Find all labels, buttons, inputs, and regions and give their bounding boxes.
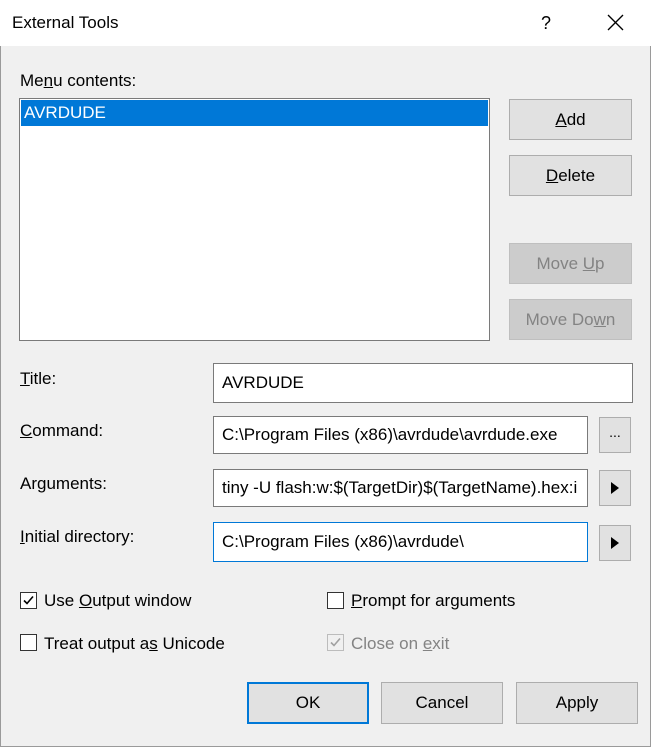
close-icon: [607, 14, 624, 31]
help-button[interactable]: ?: [528, 0, 564, 46]
prompt-for-arguments-checkbox[interactable]: [327, 592, 344, 609]
apply-button[interactable]: Apply: [516, 682, 638, 724]
move-down-button[interactable]: Move Down: [509, 299, 632, 340]
initial-directory-macro-button[interactable]: [599, 525, 631, 561]
command-field-value: C:\Program Files (x86)\avrdude\avrdude.e…: [222, 425, 558, 444]
menu-contents-list[interactable]: AVRDUDE: [19, 98, 490, 341]
list-item[interactable]: AVRDUDE: [21, 100, 488, 126]
command-label: Command:: [20, 421, 104, 440]
prompt-for-arguments-label[interactable]: Prompt for arguments: [351, 591, 515, 611]
window-border-left: [0, 46, 1, 747]
initial-directory-label: Initial directory:: [20, 527, 135, 546]
use-output-window-checkbox[interactable]: [20, 592, 37, 609]
move-up-button[interactable]: Move Up: [509, 243, 632, 284]
arguments-field-value: tiny -U flash:w:$(TargetDir)$(TargetName…: [222, 478, 578, 497]
add-button[interactable]: Add: [509, 99, 632, 140]
help-icon: ?: [540, 13, 551, 33]
arguments-field[interactable]: tiny -U flash:w:$(TargetDir)$(TargetName…: [213, 469, 588, 507]
initial-directory-value: C:\Program Files (x86)\avrdude\: [222, 532, 464, 551]
ok-button[interactable]: OK: [247, 682, 369, 724]
checkmark-icon: [330, 637, 341, 647]
treat-output-unicode-checkbox[interactable]: [20, 634, 37, 651]
arguments-label: Arguments:: [20, 474, 107, 493]
arguments-macro-button[interactable]: [599, 470, 631, 506]
close-on-exit-label[interactable]: Close on exit: [351, 634, 449, 654]
close-on-exit-checkbox[interactable]: [327, 634, 344, 651]
ellipsis-icon: ...: [609, 424, 621, 440]
cancel-button[interactable]: Cancel: [381, 682, 503, 724]
initial-directory-field[interactable]: C:\Program Files (x86)\avrdude\: [213, 522, 588, 562]
command-field[interactable]: C:\Program Files (x86)\avrdude\avrdude.e…: [213, 416, 588, 454]
checkmark-icon: [23, 595, 34, 605]
treat-output-unicode-label[interactable]: Treat output as Unicode: [44, 634, 225, 654]
use-output-window-label[interactable]: Use Output window: [44, 591, 191, 611]
close-button[interactable]: [595, 0, 635, 46]
menu-contents-label: Menu contents:: [20, 71, 137, 90]
browse-button[interactable]: ...: [599, 417, 631, 453]
triangle-right-icon: [611, 482, 619, 494]
title-bar: External Tools ?: [0, 0, 651, 46]
title-field[interactable]: AVRDUDE: [213, 363, 633, 403]
window-title: External Tools: [12, 13, 119, 32]
triangle-right-icon: [611, 537, 619, 549]
delete-button[interactable]: Delete: [509, 155, 632, 196]
title-field-value: AVRDUDE: [222, 373, 304, 392]
title-label: Title:: [20, 369, 57, 388]
